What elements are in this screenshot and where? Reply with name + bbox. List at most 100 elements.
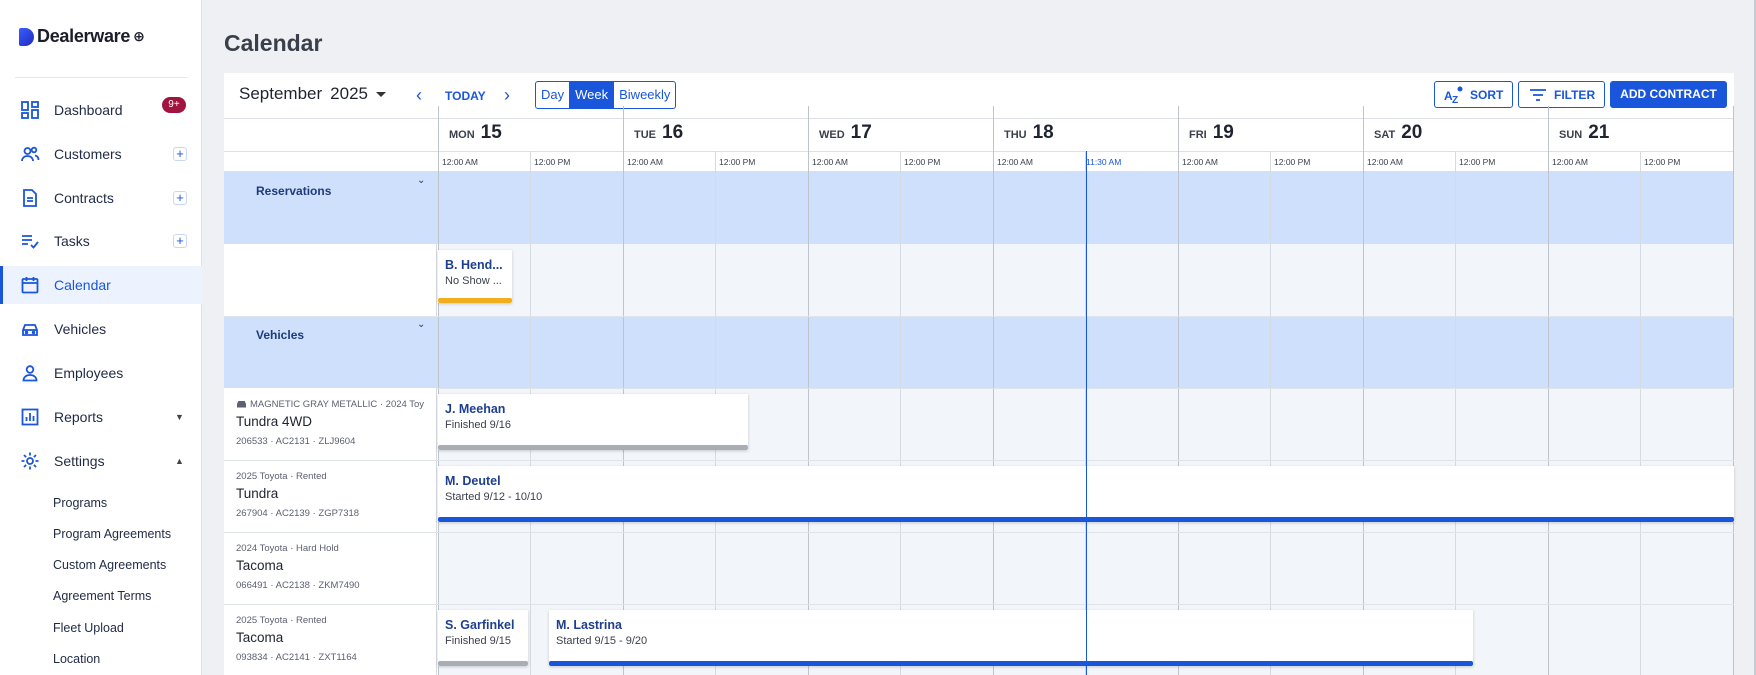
vehicle-model: Tacoma [236,630,284,645]
day-of-week: SUN [1559,129,1583,141]
event-customer-name: M. Lastrina [556,618,622,632]
settings-subitem-location[interactable]: Location [53,652,100,666]
month-label: September [239,84,323,103]
header-divider [224,151,1734,152]
logo-plus-icon: ⊕ [133,28,145,44]
day-header-wed: WED 17 [808,122,872,146]
group-row-reservations[interactable] [224,172,1734,244]
vehicle-model: Tundra [236,486,279,501]
vehicle-row-label[interactable]: 2024 Toyota · Hard Hold Tacoma 066491 · … [224,533,437,604]
grid-line [1455,151,1456,675]
dashboard-icon [20,100,40,120]
contract-event[interactable]: J. Meehan Finished 9/16 [438,394,748,450]
settings-subitem-fleet-upload[interactable]: Fleet Upload [53,621,124,635]
contract-event[interactable]: S. Garfinkel Finished 9/15 [438,610,528,666]
sidebar-item-label: Reports [54,409,104,425]
event-status-bar [549,661,1473,666]
sidebar-divider [15,77,187,78]
add-task-button[interactable]: + [173,234,187,248]
settings-subitem-program-agreements[interactable]: Program Agreements [53,527,171,541]
event-status-bar [438,445,748,450]
event-status: No Show ... [445,275,502,287]
filter-label: FILTER [1554,87,1596,102]
month-year-select[interactable]: September 2025 [239,84,386,104]
notification-badge: 9+ [162,97,186,113]
grid-line [1733,106,1734,675]
add-customer-button[interactable]: + [173,147,187,161]
sort-az-icon: AZ [1444,86,1463,104]
vehicle-row-label[interactable]: 2025 Toyota · Rented Tacoma 093834 · AC2… [224,605,437,675]
filter-button[interactable]: FILTER [1518,81,1606,108]
view-week-button[interactable]: Week [570,82,615,108]
vehicle-ids: 206533 · AC2131 · ZLJ9604 [236,436,356,447]
chevron-down-icon[interactable]: ⌄ [417,319,425,330]
time-label: 12:00 AM [997,157,1033,167]
time-label: 12:00 AM [1552,157,1588,167]
today-button[interactable]: TODAY [445,89,486,103]
sidebar-item-vehicles[interactable]: Vehicles [0,310,202,348]
day-of-week: SAT [1374,129,1396,141]
view-toggle: Day Week Biweekly [535,81,677,109]
sidebar-item-reports[interactable]: Reports ▼ [0,398,202,436]
sidebar-item-customers[interactable]: Customers + [0,135,202,173]
logo-text: Dealerware [37,26,131,46]
day-header-tue: TUE 16 [623,122,683,146]
grid-line [1270,151,1271,675]
day-of-week: TUE [634,129,656,141]
settings-subitem-programs[interactable]: Programs [53,496,107,510]
view-biweekly-button[interactable]: Biweekly [614,82,675,108]
grid-line [438,106,439,675]
settings-subitem-agreement-terms[interactable]: Agreement Terms [53,589,151,603]
time-label: 12:00 AM [812,157,848,167]
view-day-button[interactable]: Day [536,82,571,108]
year-label: 2025 [330,84,368,103]
chevron-down-icon[interactable]: ⌄ [417,175,425,186]
sidebar-item-label: Customers [54,146,122,162]
reservation-event[interactable]: B. Hend... No Show ... [438,250,512,303]
grid-line [993,106,994,675]
prev-week-button[interactable]: ‹ [416,86,422,104]
reservations-group-label: Reservations [256,184,332,198]
page-title: Calendar [224,30,323,56]
day-header-thu: THU 18 [993,122,1054,146]
dealerware-logo[interactable]: Dealerware ⊕ [19,26,145,47]
add-contract-button[interactable]: ADD CONTRACT [1610,81,1727,108]
header-divider [224,118,1734,119]
vehicle-row-label[interactable]: MAGNETIC GRAY METALLIC · 2024 Toy Tundra… [224,388,437,460]
sidebar-item-dashboard[interactable]: Dashboard 9+ [0,91,202,129]
grid-line [1640,151,1641,675]
sort-label: SORT [1470,87,1504,102]
time-label: 12:00 PM [534,157,571,167]
vehicle-meta: MAGNETIC GRAY METALLIC · 2024 Toy [236,399,424,410]
time-label: 12:00 PM [904,157,941,167]
next-week-button[interactable]: › [504,86,510,104]
chevron-down-icon[interactable]: ▼ [175,412,184,422]
settings-subitem-custom-agreements[interactable]: Custom Agreements [53,558,166,572]
event-status: Finished 9/15 [445,635,512,647]
add-contract-sidebar-button[interactable]: + [173,191,187,205]
vehicle-meta-text: MAGNETIC GRAY METALLIC · 2024 Toy [250,399,425,410]
grid-line [808,106,809,675]
day-number: 15 [480,122,502,143]
sort-button[interactable]: AZ SORT [1434,81,1514,108]
sidebar-item-label: Dashboard [54,102,123,118]
vehicle-row-label[interactable]: 2025 Toyota · Rented Tundra 267904 · AC2… [224,461,437,532]
grid-line [1178,106,1179,675]
chevron-up-icon[interactable]: ▲ [175,456,184,466]
group-row-vehicles[interactable] [224,316,1734,388]
vehicle-meta: 2025 Toyota · Rented [236,471,327,482]
calendar-panel: September 2025 ‹ TODAY › Day Week Biweek… [224,73,1734,675]
sidebar-item-label: Calendar [54,277,111,293]
sidebar-item-employees[interactable]: Employees [0,354,202,392]
calendar-icon [20,275,40,295]
time-label: 12:00 AM [442,157,478,167]
day-number: 16 [662,122,684,143]
current-time-indicator [1086,151,1087,675]
sidebar-item-tasks[interactable]: Tasks + [0,222,202,260]
row-divider [224,388,1734,389]
sidebar-item-settings[interactable]: Settings ▲ [0,442,202,480]
sidebar-item-contracts[interactable]: Contracts + [0,179,202,217]
sidebar-item-calendar[interactable]: Calendar [0,266,202,304]
contract-event[interactable]: M. Lastrina Started 9/15 - 9/20 [549,610,1473,666]
grid-line [900,151,901,675]
